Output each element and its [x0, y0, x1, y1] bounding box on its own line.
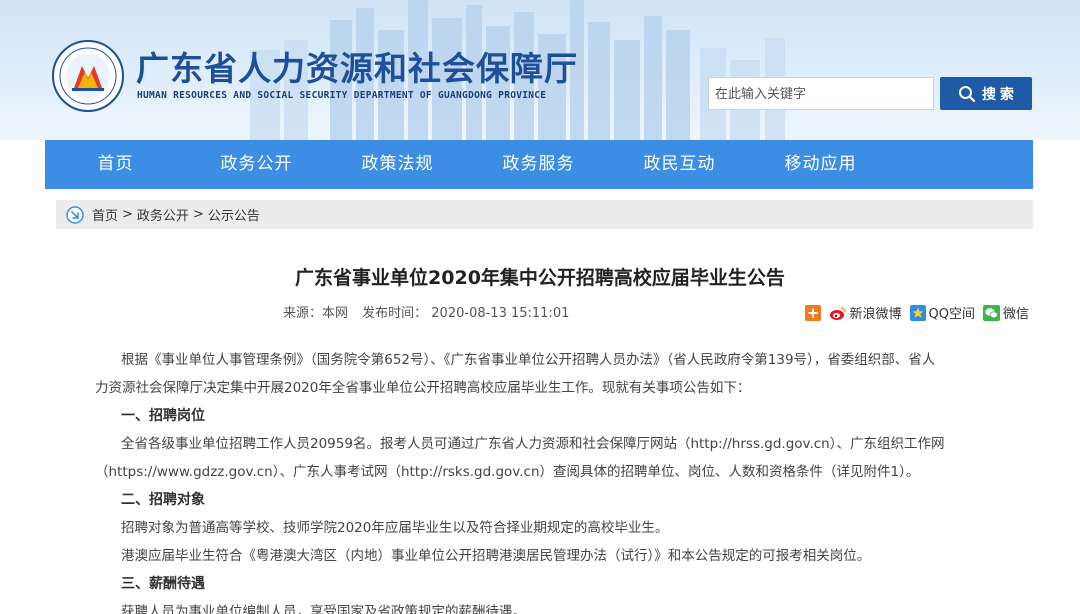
breadcrumb-separator: >	[122, 207, 133, 222]
article-title: 广东省事业单位2020年集中公开招聘高校应届毕业生公告	[295, 267, 785, 289]
paragraph-line: 全省各级事业单位招聘工作人员20959名。报考人员可通过广东省人力资源和社会保障…	[121, 436, 945, 452]
nav-item-interaction[interactable]: 政民互动	[609, 140, 750, 189]
share-weibo-button[interactable]: 新浪微博	[829, 303, 902, 322]
nav-item-government-affairs[interactable]: 政务公开	[186, 140, 327, 189]
breadcrumb-announcements-link[interactable]: 公示公告	[208, 205, 260, 224]
share-wechat-label: 微信	[1002, 307, 1029, 322]
paragraph-line: 根据《事业单位人事管理条例》（国务院令第652号）、《广东省事业单位公开招聘人员…	[121, 352, 936, 368]
location-arrow-icon	[66, 205, 84, 224]
section-heading: 三、薪酬待遇	[121, 576, 205, 592]
search-icon	[959, 85, 976, 102]
nav-item-mobile-apps[interactable]: 移动应用	[750, 140, 891, 189]
share-bar: 新浪微博 QQ空间 微信	[804, 303, 1029, 322]
weibo-icon	[829, 306, 846, 320]
search-button[interactable]: 搜 索	[940, 77, 1032, 110]
section-heading: 二、招聘对象	[121, 492, 205, 508]
search-input[interactable]	[708, 77, 934, 110]
breadcrumb-home-link[interactable]: 首页	[92, 205, 118, 224]
main-nav: 首页 政务公开 政策法规 政务服务 政民互动 移动应用	[45, 140, 1033, 189]
share-weibo-label: 新浪微博	[849, 307, 902, 322]
share-qzone-button[interactable]: QQ空间	[909, 303, 975, 322]
section-heading: 一、招聘岗位	[121, 408, 205, 424]
breadcrumb-separator: >	[192, 207, 204, 222]
paragraph-line: 招聘对象为普通高等学校、技师学院2020年应届毕业生以及符合择业期规定的高校毕业…	[121, 520, 669, 536]
nav-item-policies[interactable]: 政策法规	[327, 140, 468, 189]
qzone-icon	[909, 304, 926, 321]
wechat-icon	[982, 304, 1000, 321]
breadcrumb: 首页 > 政务公开 > 公示公告	[56, 200, 1033, 229]
site-title: 广东省人力资源和社会保障厅	[136, 49, 578, 88]
nav-item-home[interactable]: 首页	[45, 140, 186, 189]
paragraph-line: （https://www.gdzz.gov.cn）、广东人事考试网（http:/…	[95, 464, 920, 480]
paragraph-line: 力资源社会保障厅决定集中开展2020年全省事业单位公开招聘高校应届毕业生工作。现…	[95, 380, 751, 396]
paragraph-line: 港澳应届毕业生符合《粤港澳大湾区（内地）事业单位公开招聘港澳居民管理办法（试行）…	[121, 548, 871, 564]
search-button-label: 搜 索	[982, 85, 1014, 102]
share-plus-icon[interactable]	[804, 304, 821, 321]
header-banner: 广东省人力资源和社会保障厅 HUMAN RESOURCES AND SOCIAL…	[0, 0, 1080, 140]
share-wechat-button[interactable]: 微信	[982, 303, 1029, 322]
nav-item-services[interactable]: 政务服务	[468, 140, 609, 189]
site-subtitle: HUMAN RESOURCES AND SOCIAL SECURITY DEPA…	[137, 90, 547, 101]
breadcrumb-government-affairs-link[interactable]: 政务公开	[137, 205, 189, 224]
department-emblem-logo	[52, 40, 124, 112]
article-source: 来源：本网	[283, 306, 349, 321]
article-publish-time: 发布时间： 2020-08-13 15:11:01	[362, 306, 570, 321]
paragraph-line: 获聘人员为事业单位编制人员，享受国家及省政策规定的薪酬待遇。	[121, 604, 526, 614]
share-qzone-label: QQ空间	[928, 307, 975, 322]
article-meta: 来源：本网 发布时间： 2020-08-13 15:11:01	[283, 302, 569, 321]
article-body: 根据《事业单位人事管理条例》（国务院令第652号）、《广东省事业单位公开招聘人员…	[95, 346, 995, 614]
